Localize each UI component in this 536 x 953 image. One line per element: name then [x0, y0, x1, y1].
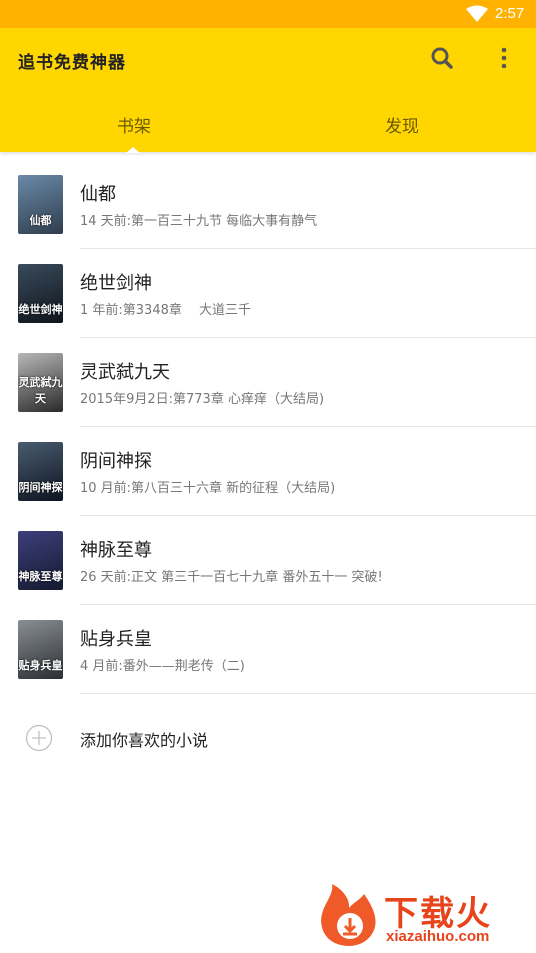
- divider: [80, 693, 536, 694]
- book-latest-chapter: 14 天前:第一百三十九节 每临大事有静气: [80, 214, 318, 229]
- book-cover: 灵武弑九天: [18, 353, 63, 412]
- tab-bookshelf[interactable]: 书架: [0, 112, 268, 137]
- add-book-label: 添加你喜欢的小说: [80, 731, 209, 750]
- book-title: 仙都: [80, 184, 116, 205]
- book-title: 神脉至尊: [80, 540, 152, 561]
- book-cover-text: 绝世剑神: [18, 303, 63, 316]
- book-title: 阴间神探: [80, 451, 152, 472]
- book-row[interactable]: 贴身兵皇 贴身兵皇 4 月前:番外——荆老传（二): [0, 605, 536, 694]
- status-time: 2:57: [495, 5, 525, 22]
- book-row[interactable]: 绝世剑神 绝世剑神 1 年前:第3348章 大道三千: [0, 249, 536, 338]
- book-latest-chapter: 26 天前:正文 第三千一百七十九章 番外五十一 突破!: [80, 570, 383, 585]
- book-title: 灵武弑九天: [80, 362, 170, 383]
- more-vertical-icon[interactable]: [490, 44, 518, 72]
- book-cover: 绝世剑神: [18, 264, 63, 323]
- app-title: 追书免费神器: [18, 53, 126, 73]
- book-cover: 仙都: [18, 175, 63, 234]
- book-cover-text: 阴间神探: [18, 481, 63, 494]
- book-row[interactable]: 神脉至尊 神脉至尊 26 天前:正文 第三千一百七十九章 番外五十一 突破!: [0, 516, 536, 605]
- add-circle-icon: [25, 724, 53, 752]
- status-bar: 2:57: [0, 0, 536, 28]
- watermark-url: xiazaihuo.com: [386, 928, 490, 945]
- book-cover: 阴间神探: [18, 442, 63, 501]
- book-row[interactable]: 仙都 仙都 14 天前:第一百三十九节 每临大事有静气: [0, 160, 536, 249]
- book-cover-text: 贴身兵皇: [18, 659, 63, 672]
- book-latest-chapter: 10 月前:第八百三十六章 新的征程（大结局): [80, 481, 336, 496]
- flame-logo-icon: [321, 884, 376, 946]
- wifi-icon: [466, 5, 488, 22]
- book-cover: 贴身兵皇: [18, 620, 63, 679]
- book-cover: 神脉至尊: [18, 531, 63, 590]
- book-list: 仙都 仙都 14 天前:第一百三十九节 每临大事有静气 绝世剑神 绝世剑神 1 年前:第3…: [0, 160, 536, 694]
- book-latest-chapter: 1 年前:第3348章 大道三千: [80, 303, 251, 318]
- search-icon[interactable]: [428, 44, 456, 72]
- add-book-row[interactable]: 添加你喜欢的小说: [0, 700, 536, 770]
- book-title: 贴身兵皇: [80, 629, 152, 650]
- book-cover-text: 神脉至尊: [18, 570, 63, 583]
- book-row[interactable]: 阴间神探 阴间神探 10 月前:第八百三十六章 新的征程（大结局): [0, 427, 536, 516]
- book-row[interactable]: 灵武弑九天 灵武弑九天 2015年9月2日:第773章 心痒痒（大结局): [0, 338, 536, 427]
- book-latest-chapter: 4 月前:番外——荆老传（二): [80, 659, 245, 674]
- book-latest-chapter: 2015年9月2日:第773章 心痒痒（大结局): [80, 392, 325, 407]
- app-bar: 追书免费神器 书架 发现: [0, 28, 536, 153]
- book-cover-text: 仙都: [29, 214, 52, 227]
- tab-discover[interactable]: 发现: [268, 112, 536, 137]
- book-cover-text: 灵武弑九天: [18, 376, 63, 405]
- tab-indicator: [126, 147, 140, 153]
- book-title: 绝世剑神: [80, 273, 152, 294]
